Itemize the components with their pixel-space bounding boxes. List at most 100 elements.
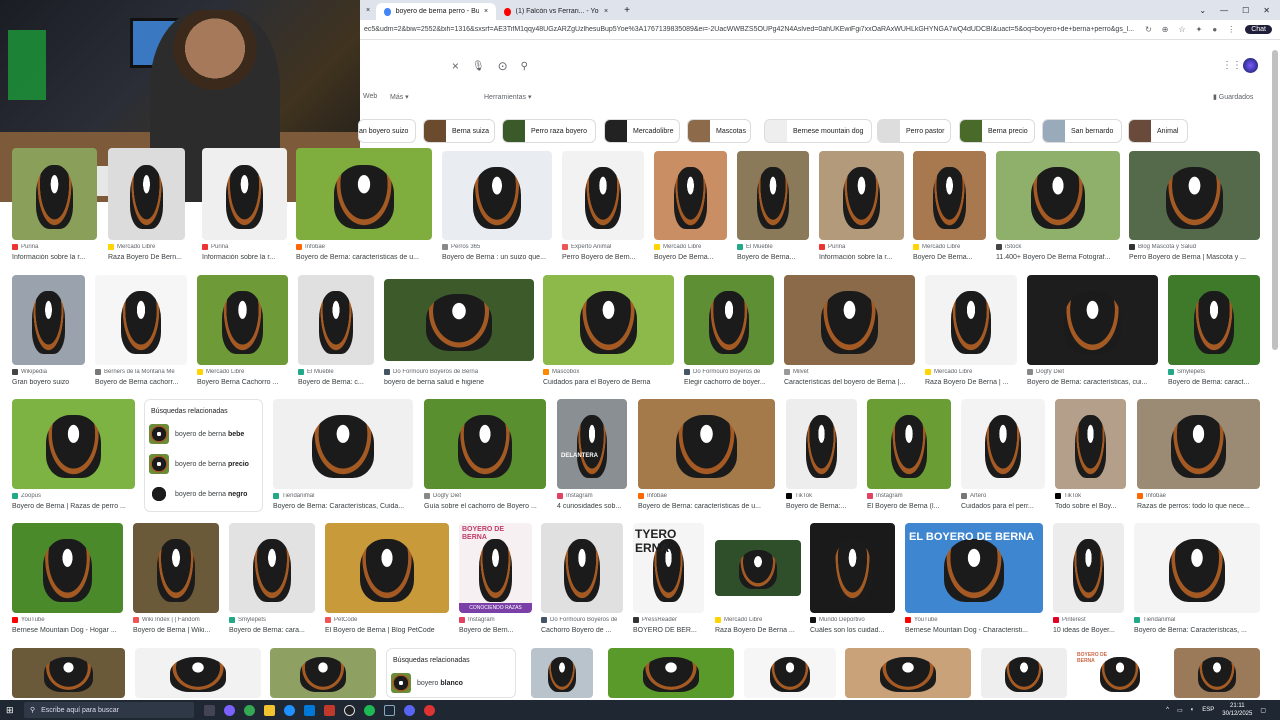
result-title[interactable]: Cachorro Boyero de ... [541,627,623,634]
image-result[interactable] [981,648,1067,698]
task-view-icon[interactable] [204,704,215,716]
result-title[interactable]: Características del boyero de Berna |... [784,379,915,386]
close-window-icon[interactable]: ✕ [1263,6,1270,15]
image-result[interactable]: Infobae Boyero de Berna: características… [296,148,432,263]
result-title[interactable]: Boyero De Berna... [654,254,727,261]
spotify-icon[interactable] [364,704,375,716]
image-result[interactable]: Do Formouro Boyeros de Cachorro Boyero d… [541,523,623,636]
image-result[interactable]: Mundo Deportivo Cuáles son los cuidad... [810,523,895,636]
result-title[interactable]: Boyero de Berna... [737,254,809,261]
image-result[interactable]: EL BOYERO DE BERNA YouTube Bernese Mount… [905,523,1043,636]
result-title[interactable]: Boyero de Berna:... [786,503,857,510]
image-result[interactable]: YouTube Bernese Mountain Dog - Hogar ... [12,523,123,636]
page-scrollbar[interactable] [1272,50,1278,350]
image-result[interactable]: Perros 365 Boyero de Berna : un suizo qu… [442,151,552,263]
result-title[interactable]: boyero de berna salud e higiene [384,379,534,386]
result-title[interactable]: 4 curiosidades sob... [557,503,627,510]
image-result[interactable]: BOYERO DE BERNA [1075,648,1165,698]
tray-chevron-icon[interactable]: ^ [1166,707,1169,713]
result-title[interactable]: Cuidados para el Boyero de Berna [543,379,674,386]
volume-icon[interactable]: ◐ [1191,707,1195,713]
image-result[interactable]: Mercado Libre Raza Boyero De Bern... [108,148,185,263]
image-result[interactable] [531,648,593,698]
windows-start-icon[interactable]: ⊞ [6,705,14,716]
chip[interactable]: Mercadolibre [604,119,680,143]
nav-more[interactable]: Más ▾ [390,93,409,101]
result-title[interactable]: 11.400+ Boyero De Berna Fotograf... [996,254,1120,261]
search-icon[interactable]: ⚲ [521,61,528,72]
address-bar[interactable]: ec5&udm=2&biw=2552&bih=1316&sxsrf=AE3Tif… [360,20,1280,40]
chip[interactable]: Bernese mountain dog [764,119,872,143]
image-result[interactable]: Dogfy Diet Guía sobre el cachorro de Boy… [424,399,546,512]
image-result[interactable]: TYERO ERNA PressReader BOYERO DE BER... [633,523,704,636]
image-result[interactable]: TikTok Boyero de Berna:... [786,399,857,512]
nav-web[interactable]: Web [363,93,377,100]
close-tab-icon[interactable]: × [360,7,376,14]
clear-search-icon[interactable]: × [452,59,459,73]
image-result[interactable]: El Mueble Boyero de Berna... [737,151,809,263]
store-icon[interactable] [304,704,315,716]
zoom-icon[interactable]: ⊕ [1162,25,1169,34]
mic-icon[interactable]: 🎙 [472,61,485,72]
image-result[interactable]: Wikipedia Gran boyero suizo [12,275,85,388]
image-result[interactable]: Infobae Razas de perros: todo lo que nec… [1137,399,1260,512]
image-result[interactable]: Purina Información sobre la r... [202,148,287,263]
image-result[interactable]: Infobae Boyero de Berna: características… [638,399,775,512]
obs-icon[interactable] [344,704,355,716]
related-search-item[interactable]: boyero blanco [387,668,515,698]
result-title[interactable]: Cuáles son los cuidad... [810,627,895,634]
result-title[interactable]: Boyero de Berna: características, cui... [1027,379,1158,386]
result-title[interactable]: Raza Boyero De Berna | ... [925,379,1017,386]
result-title[interactable]: Boyero de Berna: Características, Cuida.… [273,503,413,510]
image-result[interactable]: Do Formouro Boyeros de Elegir cachorro d… [684,275,774,388]
result-title[interactable]: Boyero de Berna: características de u... [296,254,432,261]
chip[interactable]: Perro raza boyero [502,119,596,143]
clock[interactable]: 21:11 30/12/2025 [1222,702,1252,718]
chip[interactable]: Perro pastor [877,119,951,143]
image-result[interactable]: Instagram El Boyero de Berna (l... [867,399,951,512]
image-result[interactable]: Zoopus Boyero de Berna | Razas de perro … [12,399,135,512]
result-title[interactable]: Perro Boyero de Bern... [562,254,644,261]
chip[interactable]: an boyero suizo [358,119,416,143]
image-result[interactable]: Mercado Libre Boyero Berna Cachorro ... [197,275,288,388]
image-result[interactable]: Mascobox Cuidados para el Boyero de Bern… [543,275,674,388]
image-result[interactable] [744,648,836,698]
result-title[interactable]: Elegir cachorro de boyer... [684,379,774,386]
image-result[interactable]: Mercado Libre Boyero De Berna... [913,151,986,263]
result-title[interactable]: Raza Boyero De Bern... [108,254,188,261]
menu-icon[interactable]: ⋮ [1227,25,1235,34]
nav-tools[interactable]: Herramientas ▾ [484,93,531,101]
result-title[interactable]: Raza Boyero De Berna ... [715,627,801,634]
image-result[interactable]: Wiki Index | | Fandom Boyero de Berna | … [133,523,219,636]
url-field[interactable]: ec5&udm=2&biw=2552&bih=1316&sxsrf=AE3Tif… [364,26,1137,33]
image-result[interactable]: Smylepets Boyero de Berna: cara... [229,523,315,636]
chip[interactable]: Mascotas [687,119,751,143]
language-indicator[interactable]: ESP [1202,707,1214,713]
image-result[interactable]: El Mueble Boyero de Berna: c... [298,275,374,388]
related-search-item[interactable]: boyero de berna precio [145,449,262,479]
image-result[interactable]: BOYERO DE BERNA CONOCIENDO RAZAS Instagr… [459,523,532,636]
discord-icon[interactable] [404,704,415,716]
tab-google-search[interactable]: boyero de berna perro - Buscar c × [376,3,497,20]
app-icon[interactable] [324,704,335,716]
result-title[interactable]: El Boyero de Berna | Blog PetCode [325,627,449,634]
notifications-icon[interactable]: ▢ [1260,707,1266,714]
image-result[interactable]: Mercado Libre Raza Boyero De Berna | ... [925,275,1017,388]
result-title[interactable]: Razas de perros: todo lo que nece... [1137,503,1260,510]
image-result[interactable]: Purina Información sobre la r... [819,151,904,263]
image-result[interactable]: Berners de la Montaña Me Boyero de Berna… [95,275,187,388]
image-result[interactable] [845,648,971,698]
chip[interactable]: Animal [1128,119,1188,143]
close-icon[interactable]: × [484,8,488,15]
chip[interactable]: San bernardo [1042,119,1122,143]
result-title[interactable]: Guía sobre el cachorro de Boyero ... [424,503,546,510]
result-title[interactable]: Boyero Berna Cachorro ... [197,379,288,386]
file-explorer-icon[interactable] [264,704,275,716]
result-title[interactable]: Información sobre la r... [819,254,904,261]
image-result[interactable] [12,648,125,698]
result-title[interactable]: Boyero de Berna: c... [298,379,374,386]
image-result[interactable]: Milvet Características del boyero de Ber… [784,275,915,388]
app-icon[interactable] [424,704,435,716]
profile-icon[interactable]: ● [1212,25,1217,34]
result-title[interactable]: Bernese Mountain Dog - Characteristi... [905,627,1043,634]
